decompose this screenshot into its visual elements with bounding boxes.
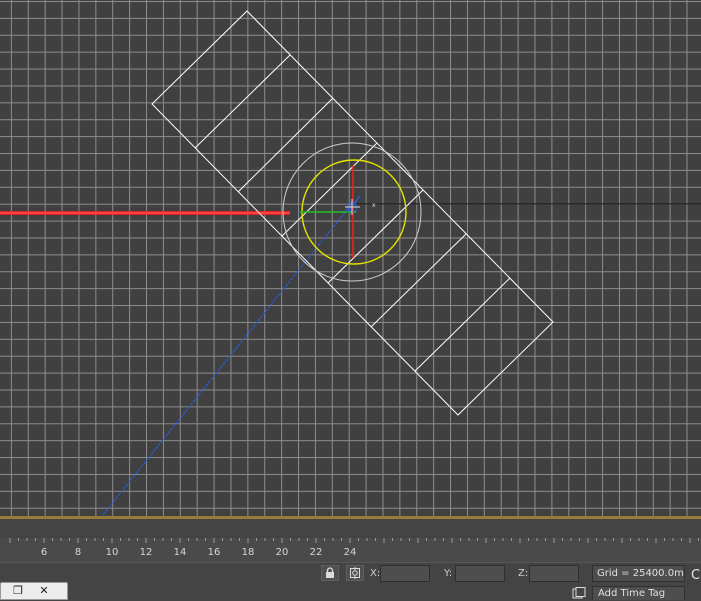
restore-icon[interactable]: ❐	[7, 584, 29, 598]
ruler-tick-label: 20	[275, 547, 289, 558]
z-coordinate-field[interactable]	[529, 565, 579, 582]
z-coordinate-label: Z:	[518, 568, 529, 579]
lock-icon	[326, 567, 334, 578]
svg-text:x: x	[372, 202, 376, 209]
x-coordinate-field[interactable]	[380, 565, 430, 582]
ruler-tick-label: 14	[173, 547, 187, 558]
selection-lock-toggle[interactable]	[321, 565, 339, 581]
ruler-tick-label: 18	[241, 547, 255, 558]
add-time-tag-button[interactable]: Add Time Tag	[592, 586, 685, 600]
absolute-offset-toggle[interactable]	[346, 565, 364, 581]
ruler-tick-label: 8	[74, 547, 82, 558]
y-coordinate-label: Y:	[444, 568, 453, 579]
x-coordinate-label: X:	[370, 568, 381, 579]
edge-cut-label: C	[691, 568, 701, 583]
time-tag-icon[interactable]	[571, 586, 587, 600]
timeline-ruler[interactable]: 6 8 10 12 14 16 18 20 22 24	[0, 538, 701, 562]
ruler-tick-label: 6	[40, 547, 48, 558]
key-icon	[572, 587, 586, 599]
ruler-tick-label: 10	[105, 547, 119, 558]
close-icon[interactable]: ✕	[33, 584, 55, 598]
grid-size-readout: Grid = 25400.0mm	[592, 565, 685, 582]
ruler-tick-label: 22	[309, 547, 323, 558]
ruler-tick-label: 16	[207, 547, 221, 558]
ruler-tick-label: 12	[139, 547, 153, 558]
minimized-window[interactable]: ❐ ✕	[0, 582, 68, 600]
trackbar-strip[interactable]	[0, 519, 701, 539]
transform-mode-icon	[350, 567, 360, 579]
z-axis-line	[101, 205, 351, 516]
y-coordinate-field[interactable]	[455, 565, 505, 582]
trackbar[interactable]: 6 8 10 12 14 16 18 20 22 24	[0, 519, 701, 562]
perspective-viewport[interactable]: x	[0, 0, 701, 516]
ruler-tick-label: 24	[343, 547, 357, 558]
scene-wireframe: x	[0, 10, 701, 516]
